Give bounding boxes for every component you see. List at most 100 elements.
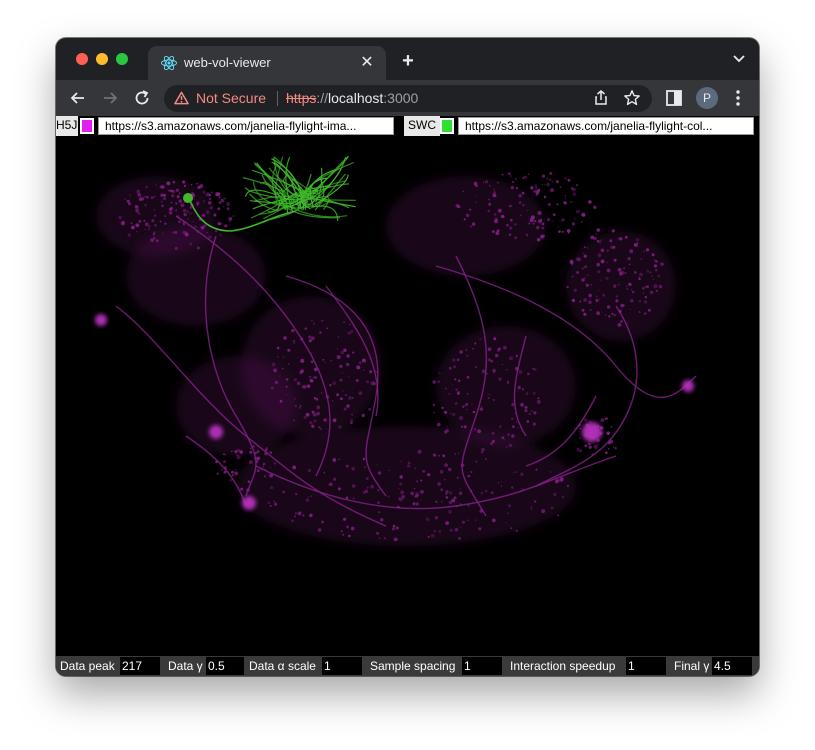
volume-speckle xyxy=(344,393,347,397)
volume-speckle xyxy=(613,284,617,288)
volume-speckle xyxy=(341,372,343,374)
volume-speckle xyxy=(507,172,511,175)
volume-speckle xyxy=(174,231,178,234)
volume-speckle xyxy=(497,347,501,351)
volume-speckle xyxy=(579,300,582,303)
h5j-label: H5J xyxy=(56,116,78,136)
volume-speckle xyxy=(378,511,381,514)
volume-speckle xyxy=(445,521,449,525)
data-alpha-scale-input[interactable]: 1 xyxy=(322,657,362,675)
new-tab-button[interactable]: + xyxy=(398,50,418,73)
volume-speckle xyxy=(327,483,330,486)
h5j-url-input[interactable]: https://s3.amazonaws.com/janelia-flyligh… xyxy=(98,117,394,135)
volume-speckle xyxy=(216,472,219,475)
volume-speckle xyxy=(498,377,502,381)
volume-speckle xyxy=(193,198,195,200)
volume-speckle xyxy=(310,495,312,497)
security-status[interactable]: Not Secure xyxy=(196,90,266,106)
reload-icon[interactable] xyxy=(132,88,152,108)
volume-speckle xyxy=(333,477,337,481)
volume-speckle xyxy=(520,472,524,476)
swc-color-picker[interactable] xyxy=(440,118,454,134)
h5j-color-picker[interactable] xyxy=(80,118,94,134)
volume-speckle xyxy=(277,356,279,358)
sample-spacing-input[interactable]: 1 xyxy=(462,657,502,675)
volume-speckle xyxy=(300,337,304,341)
volume-speckle xyxy=(490,491,494,495)
volume-speckle xyxy=(135,205,139,210)
volume-speckle xyxy=(470,471,473,473)
tab-close-icon[interactable]: ✕ xyxy=(358,52,376,72)
volume-speckle xyxy=(653,259,656,262)
side-panel-icon[interactable] xyxy=(664,88,684,108)
swc-url-input[interactable]: https://s3.amazonaws.com/janelia-flyligh… xyxy=(458,117,754,135)
volume-speckle xyxy=(224,454,226,456)
volume-speckle xyxy=(417,449,422,454)
volume-speckle xyxy=(534,184,538,188)
final-gamma-input[interactable]: 4.5 xyxy=(712,657,752,675)
volume-speckle xyxy=(323,418,327,422)
maximize-window-button[interactable] xyxy=(116,53,128,65)
volume-speckle xyxy=(433,530,436,533)
volume-speckle xyxy=(627,257,631,261)
volume-speckle xyxy=(178,192,181,195)
volume-speckle xyxy=(438,454,440,457)
profile-avatar[interactable]: P xyxy=(696,87,718,109)
volume-speckle xyxy=(247,480,251,484)
volume-render-canvas[interactable] xyxy=(56,136,759,656)
close-window-button[interactable] xyxy=(76,53,88,65)
address-bar[interactable]: Not Secure https://localhost:3000 xyxy=(164,85,652,112)
volume-speckle xyxy=(566,484,569,488)
volume-speckle xyxy=(175,209,178,212)
volume-speckle xyxy=(208,235,212,240)
volume-speckle xyxy=(399,497,403,502)
volume-speckle xyxy=(427,535,430,539)
interaction-speedup-input[interactable]: 1 xyxy=(626,657,666,675)
volume-speckle xyxy=(420,479,423,482)
volume-speckle xyxy=(466,354,469,357)
chevron-down-icon[interactable] xyxy=(733,54,745,64)
bright-spot xyxy=(209,425,223,439)
volume-speckle xyxy=(591,453,594,456)
volume-speckle xyxy=(294,405,297,408)
volume-speckle xyxy=(329,384,332,387)
volume-speckle xyxy=(348,396,352,400)
volume-speckle xyxy=(314,367,318,372)
address-divider xyxy=(277,91,278,106)
volume-speckle xyxy=(135,209,139,213)
volume-speckle xyxy=(432,411,436,414)
volume-speckle xyxy=(343,348,347,352)
share-icon[interactable] xyxy=(592,89,610,107)
volume-speckle xyxy=(467,474,470,478)
volume-speckle xyxy=(626,287,629,291)
kebab-menu-icon[interactable] xyxy=(728,88,748,108)
volume-speckle xyxy=(154,196,156,198)
volume-speckle xyxy=(230,450,233,453)
volume-speckle xyxy=(316,405,321,410)
volume-speckle xyxy=(620,270,625,275)
volume-speckle xyxy=(597,270,601,274)
volume-speckle xyxy=(302,514,305,517)
volume-speckle xyxy=(551,181,554,183)
volume-speckle xyxy=(511,486,514,489)
volume-speckle xyxy=(493,188,495,191)
volume-speckle xyxy=(432,453,437,457)
volume-speckle xyxy=(169,207,173,211)
volume-speckle xyxy=(308,375,312,379)
volume-speckle xyxy=(484,489,488,493)
data-gamma-input[interactable]: 0.5 xyxy=(206,657,244,675)
url-text[interactable]: https://localhost:3000 xyxy=(286,90,418,106)
volume-speckle xyxy=(620,320,623,323)
volume-speckle xyxy=(561,218,565,222)
volume-speckle xyxy=(332,381,337,385)
back-arrow-icon[interactable] xyxy=(68,88,88,108)
volume-speckle xyxy=(607,448,610,450)
data-peak-input[interactable]: 217 xyxy=(120,657,160,675)
volume-speckle xyxy=(473,427,477,431)
volume-speckle xyxy=(477,429,481,434)
bright-spot xyxy=(242,496,256,510)
forward-arrow-icon[interactable] xyxy=(100,88,120,108)
minimize-window-button[interactable] xyxy=(96,53,108,65)
tab-web-vol-viewer[interactable]: web-vol-viewer ✕ xyxy=(148,46,386,80)
bookmark-star-icon[interactable] xyxy=(623,89,641,107)
